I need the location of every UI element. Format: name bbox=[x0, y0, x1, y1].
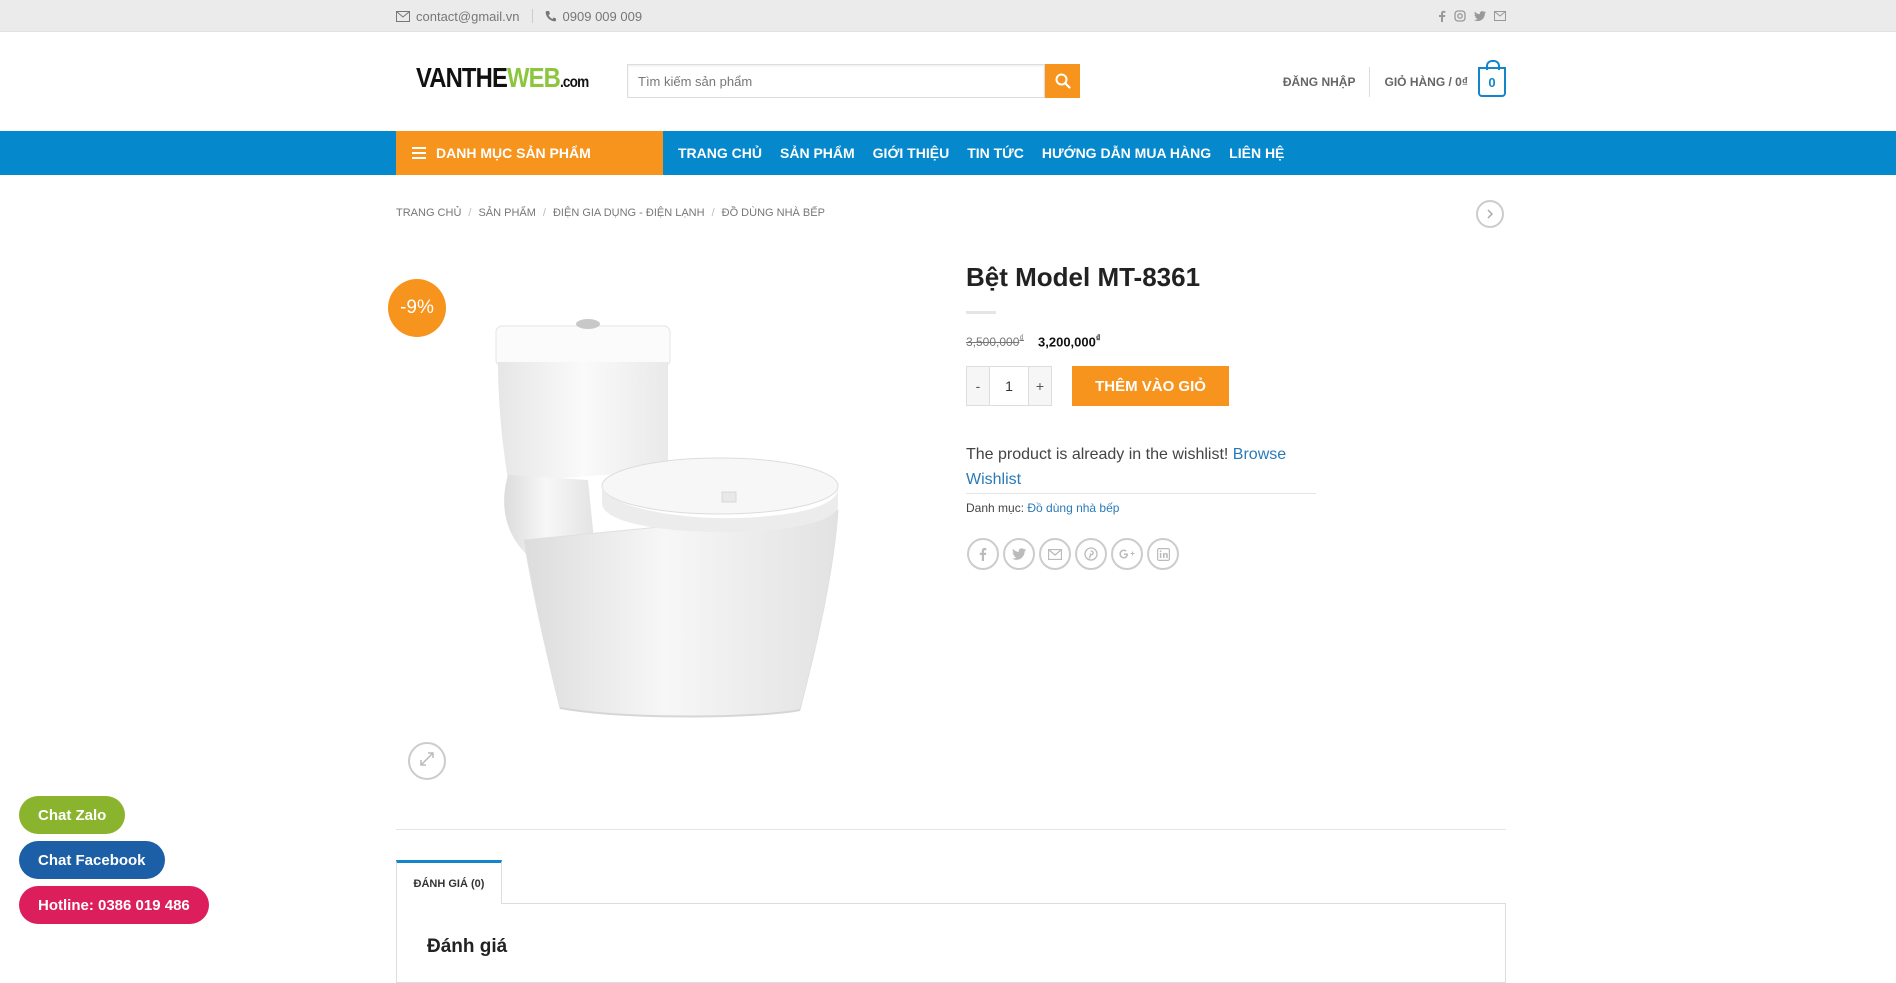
nav-item-products[interactable]: SẢN PHẨM bbox=[780, 145, 855, 161]
social-links bbox=[1438, 10, 1506, 22]
new-price: 3,200,000₫ bbox=[1038, 333, 1100, 349]
category-label: Danh mục: bbox=[966, 501, 1025, 515]
logo-part: VANTHE bbox=[416, 62, 508, 93]
nav-item-guide[interactable]: HƯỚNG DẪN MUA HÀNG bbox=[1042, 145, 1211, 161]
product-image[interactable] bbox=[478, 310, 858, 730]
quantity-minus-button[interactable]: - bbox=[967, 367, 989, 405]
breadcrumb-item[interactable]: ĐỒ DÙNG NHÀ BẾP bbox=[722, 207, 825, 219]
sale-badge: -9% bbox=[388, 279, 446, 337]
breadcrumb-separator: / bbox=[468, 207, 472, 219]
tab-reviews[interactable]: ĐÁNH GIÁ (0) bbox=[396, 860, 502, 904]
nav-menu: TRANG CHỦ SẢN PHẨM GIỚI THIỆU TIN TỨC HƯ… bbox=[678, 131, 1284, 175]
category-menu-label: DANH MỤC SẢN PHẨM bbox=[436, 145, 591, 161]
twitter-icon[interactable] bbox=[1003, 538, 1035, 570]
currency-symbol: ₫ bbox=[1095, 333, 1101, 343]
nav-item-about[interactable]: GIỚI THIỆU bbox=[873, 145, 950, 161]
breadcrumb-separator: / bbox=[711, 207, 715, 219]
divider bbox=[966, 493, 1316, 494]
quantity-plus-button[interactable]: + bbox=[1029, 367, 1051, 405]
breadcrumb: TRANG CHỦ / SẢN PHẨM / ĐIỆN GIA DỤNG - Đ… bbox=[396, 207, 825, 219]
facebook-icon[interactable] bbox=[967, 538, 999, 570]
instagram-icon[interactable] bbox=[1454, 10, 1466, 22]
old-price: 3,500,000₫ bbox=[966, 333, 1024, 349]
menu-icon bbox=[412, 147, 426, 159]
divider bbox=[531, 9, 533, 23]
product-category: Danh mục: Đồ dùng nhà bếp bbox=[966, 501, 1119, 515]
breadcrumb-item[interactable]: TRANG CHỦ bbox=[396, 207, 461, 219]
reviews-heading: Đánh giá bbox=[427, 936, 508, 957]
envelope-icon[interactable] bbox=[1494, 11, 1506, 21]
chevron-right-icon bbox=[1486, 206, 1494, 222]
facebook-icon[interactable] bbox=[1438, 10, 1446, 22]
breadcrumb-item[interactable]: SẢN PHẨM bbox=[478, 207, 535, 219]
phone-icon bbox=[545, 10, 557, 22]
linkedin-icon[interactable] bbox=[1147, 538, 1179, 570]
nav-item-news[interactable]: TIN TỨC bbox=[967, 145, 1024, 161]
google-plus-icon[interactable] bbox=[1111, 538, 1143, 570]
reviews-panel: Đánh giá bbox=[396, 903, 1506, 983]
next-product-button[interactable] bbox=[1476, 200, 1504, 228]
quantity-input[interactable]: 1 bbox=[989, 367, 1029, 405]
header-account: ĐĂNG NHẬP GIỎ HÀNG / 0₫ 0 bbox=[1283, 60, 1506, 102]
wishlist-notice: The product is already in the wishlist! … bbox=[966, 442, 1316, 492]
pinterest-icon[interactable] bbox=[1075, 538, 1107, 570]
title-divider bbox=[966, 311, 996, 314]
nav-item-home[interactable]: TRANG CHỦ bbox=[678, 145, 762, 161]
logo-part: WEB bbox=[506, 62, 561, 93]
site-logo[interactable]: VANTHEWEB.com bbox=[416, 62, 589, 94]
search-button[interactable] bbox=[1045, 64, 1080, 98]
search-icon bbox=[1055, 73, 1071, 89]
site-header: VANTHEWEB.com ĐĂNG NHẬP GIỎ HÀNG / 0₫ 0 bbox=[0, 32, 1896, 131]
login-link[interactable]: ĐĂNG NHẬP bbox=[1283, 75, 1356, 89]
currency-symbol: ₫ bbox=[1019, 333, 1025, 343]
envelope-icon[interactable] bbox=[1039, 538, 1071, 570]
contact-phone[interactable]: 0909 009 009 bbox=[545, 8, 643, 24]
breadcrumb-separator: / bbox=[542, 207, 546, 219]
hotline-button[interactable]: Hotline: 0386 019 486 bbox=[19, 886, 209, 924]
divider bbox=[1369, 67, 1371, 97]
envelope-icon bbox=[396, 10, 410, 22]
logo-part: .com bbox=[559, 74, 589, 91]
expand-icon bbox=[418, 750, 436, 773]
product-title: Bệt Model MT-8361 bbox=[966, 262, 1201, 292]
chat-zalo-button[interactable]: Chat Zalo bbox=[19, 796, 126, 834]
zoom-button[interactable] bbox=[408, 742, 446, 780]
old-price-value: 3,500,000 bbox=[966, 335, 1020, 349]
cart-link[interactable]: GIỎ HÀNG / 0₫ bbox=[1384, 75, 1468, 89]
main-nav: DANH MỤC SẢN PHẨM TRANG CHỦ SẢN PHẨM GIỚ… bbox=[0, 131, 1896, 175]
cart-count: 0 bbox=[1488, 74, 1496, 90]
search-input[interactable] bbox=[627, 64, 1045, 98]
twitter-icon[interactable] bbox=[1474, 11, 1486, 21]
wishlist-message: The product is already in the wishlist! bbox=[966, 446, 1229, 463]
chat-facebook-button[interactable]: Chat Facebook bbox=[19, 841, 165, 879]
nav-item-contact[interactable]: LIÊN HỆ bbox=[1229, 145, 1284, 161]
share-icons bbox=[967, 538, 1179, 570]
phone-text: 0909 009 009 bbox=[562, 8, 643, 24]
email-text: contact@gmail.vn bbox=[416, 8, 520, 24]
new-price-value: 3,200,000 bbox=[1038, 334, 1096, 350]
category-menu-button[interactable]: DANH MỤC SẢN PHẨM bbox=[396, 131, 663, 175]
product-price: 3,500,000₫ 3,200,000₫ bbox=[966, 333, 1100, 349]
add-to-cart-button[interactable]: THÊM VÀO GIỎ bbox=[1072, 366, 1229, 406]
search-form bbox=[627, 64, 1080, 98]
contact-email[interactable]: contact@gmail.vn bbox=[396, 9, 520, 24]
section-divider bbox=[396, 829, 1506, 830]
quantity-stepper: - 1 + bbox=[966, 366, 1052, 406]
top-bar: contact@gmail.vn 0909 009 009 bbox=[0, 0, 1896, 32]
cart-icon[interactable]: 0 bbox=[1478, 60, 1506, 97]
breadcrumb-item[interactable]: ĐIỆN GIA DỤNG - ĐIỆN LẠNH bbox=[553, 207, 705, 219]
category-link[interactable]: Đồ dùng nhà bếp bbox=[1027, 501, 1119, 515]
